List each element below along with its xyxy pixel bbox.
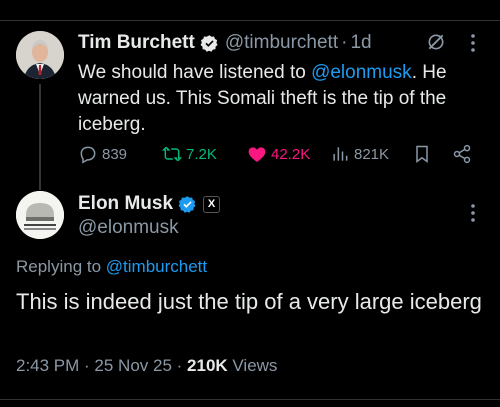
tweet2-date[interactable]: 25 Nov 25 <box>94 356 172 375</box>
tweet1-body: We should have listened to @elonmusk. He… <box>78 60 483 138</box>
more-options-icon[interactable] <box>470 33 476 53</box>
share-icon[interactable] <box>452 144 472 164</box>
reply-icon <box>80 146 96 164</box>
tweet1-action-bar: 839 7.2K 42.2K 821K <box>78 144 488 166</box>
tweet1-header: Tim Burchett @timburchett · 1d <box>78 32 372 54</box>
replying-prefix: Replying to <box>16 257 106 276</box>
views-icon <box>333 147 348 161</box>
tweet2-body: This is indeed just the tip of a very la… <box>16 289 482 314</box>
grok-icon[interactable] <box>426 32 446 52</box>
repost-count: 7.2K <box>186 145 217 163</box>
verified-badge-icon <box>200 34 218 52</box>
tweet1-timestamp[interactable]: 1d <box>350 32 371 54</box>
tweet2-header: Elon Musk X <box>78 193 221 215</box>
bookmark-icon[interactable] <box>412 144 432 164</box>
like-count: 42.2K <box>271 145 311 163</box>
thread-connector-line <box>39 84 41 190</box>
tweet1-text-before: We should have listened to <box>78 62 312 83</box>
tweet2-views-label: Views <box>227 356 278 375</box>
tweet1-separator: · <box>341 32 348 53</box>
more-options-icon[interactable] <box>470 203 476 223</box>
like-icon <box>248 147 266 162</box>
repost-icon <box>162 146 182 162</box>
verified-badge-icon <box>178 195 196 213</box>
tweet1-handle[interactable]: @timburchett <box>225 32 338 54</box>
tim-burchett-avatar[interactable] <box>16 31 64 79</box>
like-button[interactable]: 42.2K <box>247 144 310 164</box>
views-count: 821K <box>354 145 390 163</box>
tweet2-author-name[interactable]: Elon Musk <box>78 193 173 215</box>
replying-to-line: Replying to @timburchett <box>16 257 207 277</box>
top-divider <box>0 20 500 21</box>
reply-button[interactable]: 839 <box>78 144 127 164</box>
elon-musk-avatar[interactable] <box>16 191 64 239</box>
tweet2-views-count: 210K <box>187 356 228 375</box>
meta-separator: · <box>171 356 188 375</box>
tweet2-handle[interactable]: @elonmusk <box>78 217 179 239</box>
x-affiliate-badge: X <box>203 195 221 213</box>
repost-button[interactable]: 7.2K <box>162 144 217 164</box>
tweet1-author-name[interactable]: Tim Burchett <box>78 32 195 54</box>
meta-separator: · <box>79 356 95 375</box>
reply-count: 839 <box>102 145 128 163</box>
replying-to-link[interactable]: @timburchett <box>106 257 207 276</box>
views-button[interactable]: 821K <box>330 144 389 164</box>
tweet2-time[interactable]: 2:43 PM <box>16 356 79 375</box>
bottom-divider <box>0 399 500 400</box>
tweet2-metadata: 2:43 PM · 25 Nov 25 · 210K Views <box>16 356 277 376</box>
tweet1-mention-link[interactable]: @elonmusk <box>311 62 412 83</box>
